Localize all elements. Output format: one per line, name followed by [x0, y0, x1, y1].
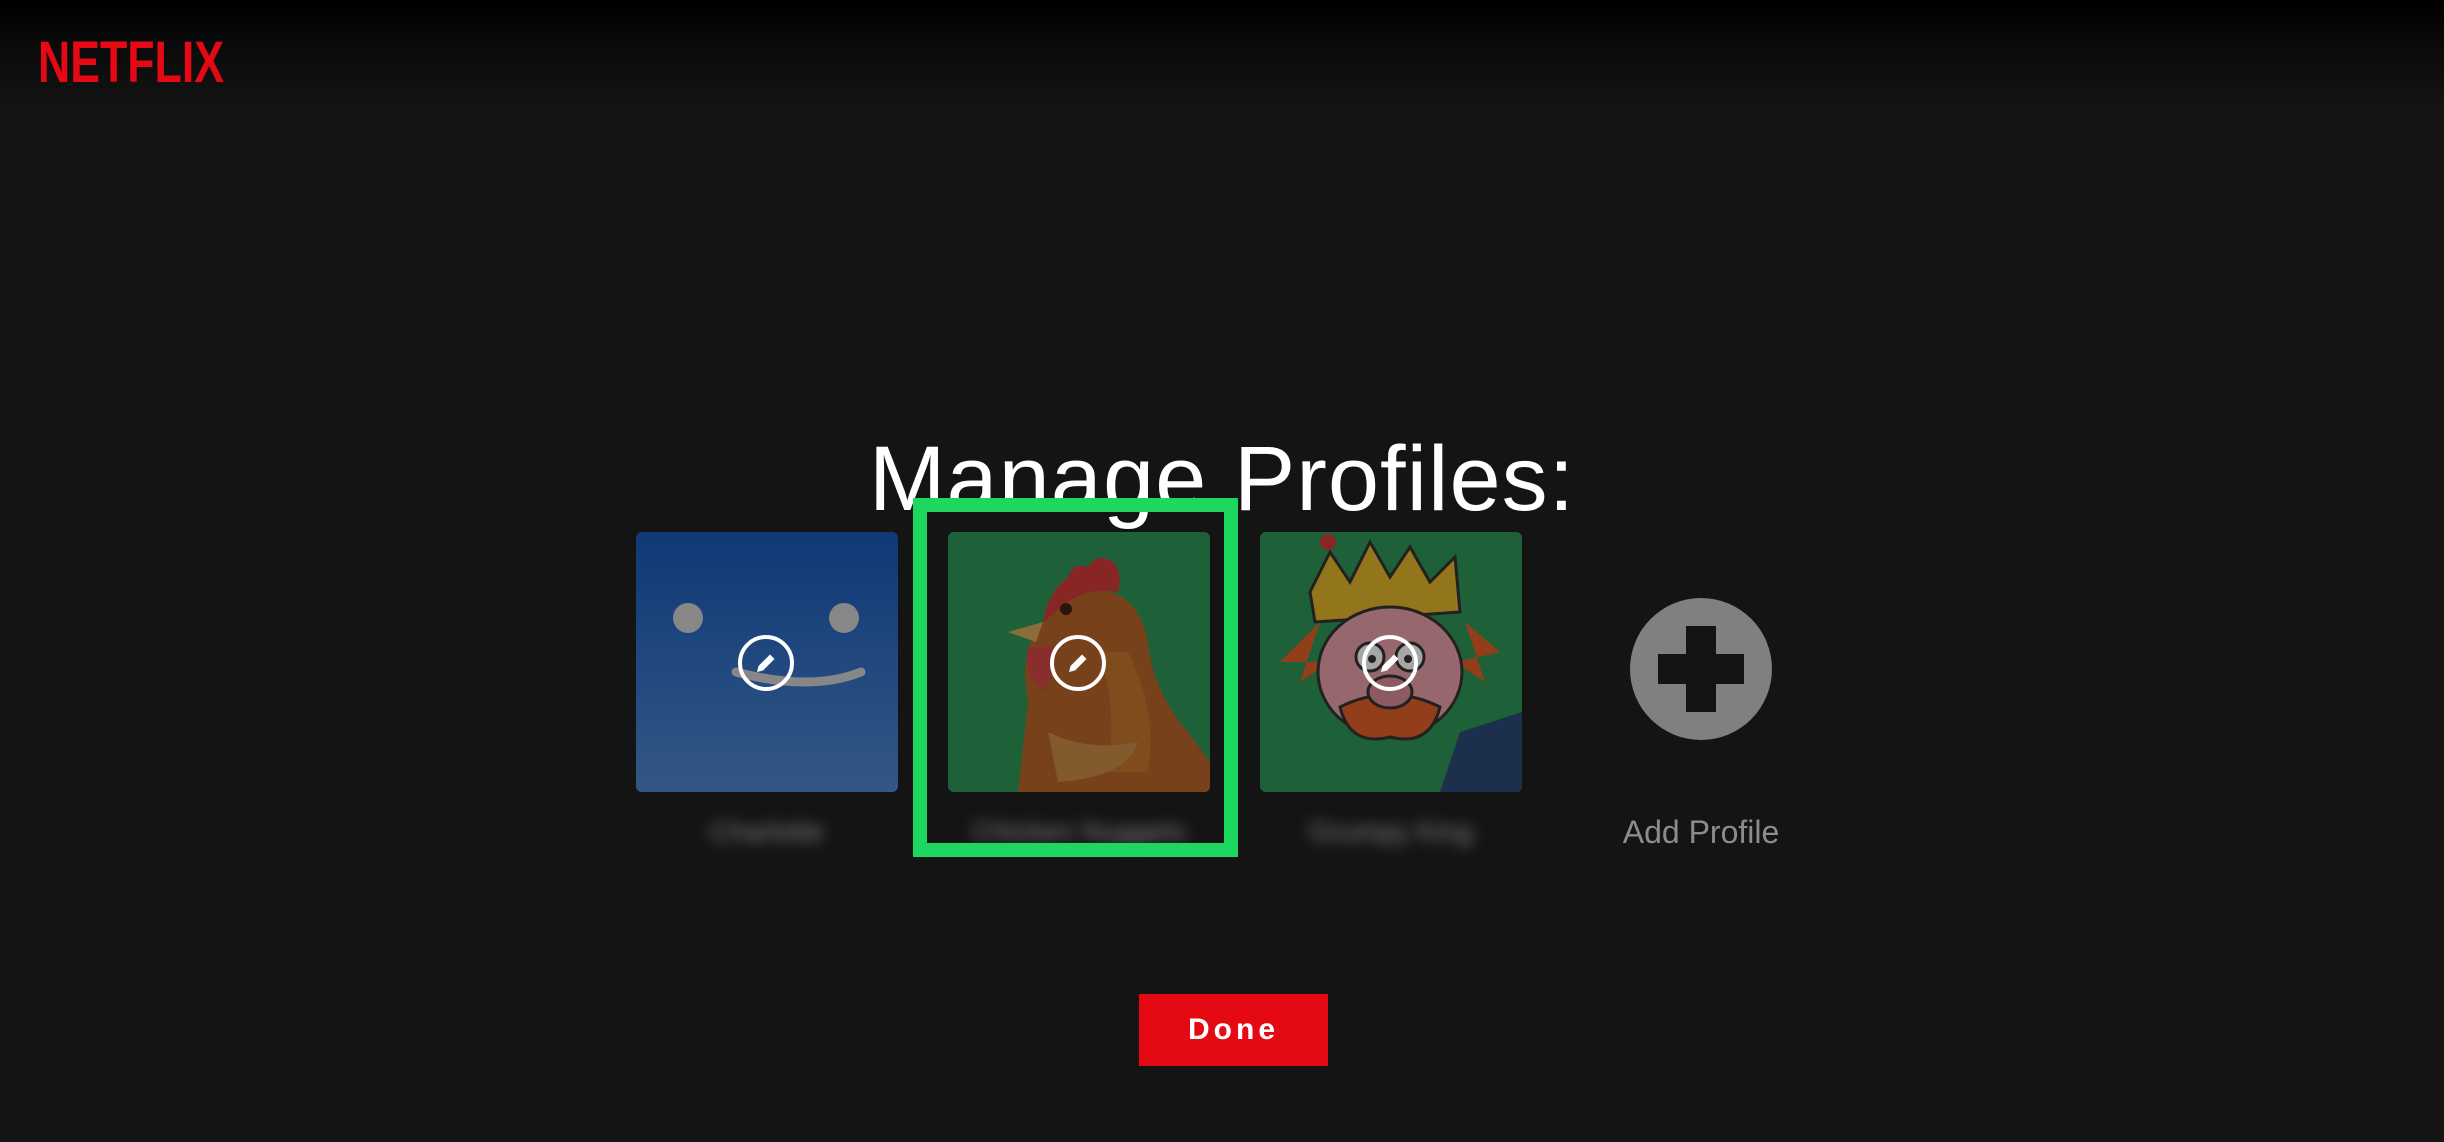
blue-smiley-avatar[interactable]: [636, 532, 898, 792]
plus-icon: [1658, 626, 1744, 712]
profile-name: Charlotte: [710, 816, 824, 847]
pencil-icon: [757, 654, 775, 672]
edit-profile-button[interactable]: [738, 635, 794, 691]
selection-highlight: [913, 498, 1238, 857]
add-profile-label: Add Profile: [1622, 814, 1780, 850]
pencil-icon: [1381, 654, 1399, 672]
top-bar: NETFLIX: [0, 0, 2444, 110]
cartoon-king-avatar[interactable]: [1260, 532, 1522, 792]
profile-name: Grumpy King: [1309, 816, 1473, 847]
add-profile-button[interactable]: [1630, 598, 1772, 740]
profile-tile-3[interactable]: Grumpy King: [1260, 532, 1522, 847]
svg-text:NETFLIX: NETFLIX: [38, 30, 224, 90]
netflix-logo[interactable]: NETFLIX: [38, 30, 228, 90]
edit-profile-button[interactable]: [1362, 635, 1418, 691]
done-button[interactable]: Done: [1139, 994, 1328, 1066]
profile-tile-1[interactable]: Charlotte: [636, 532, 898, 847]
